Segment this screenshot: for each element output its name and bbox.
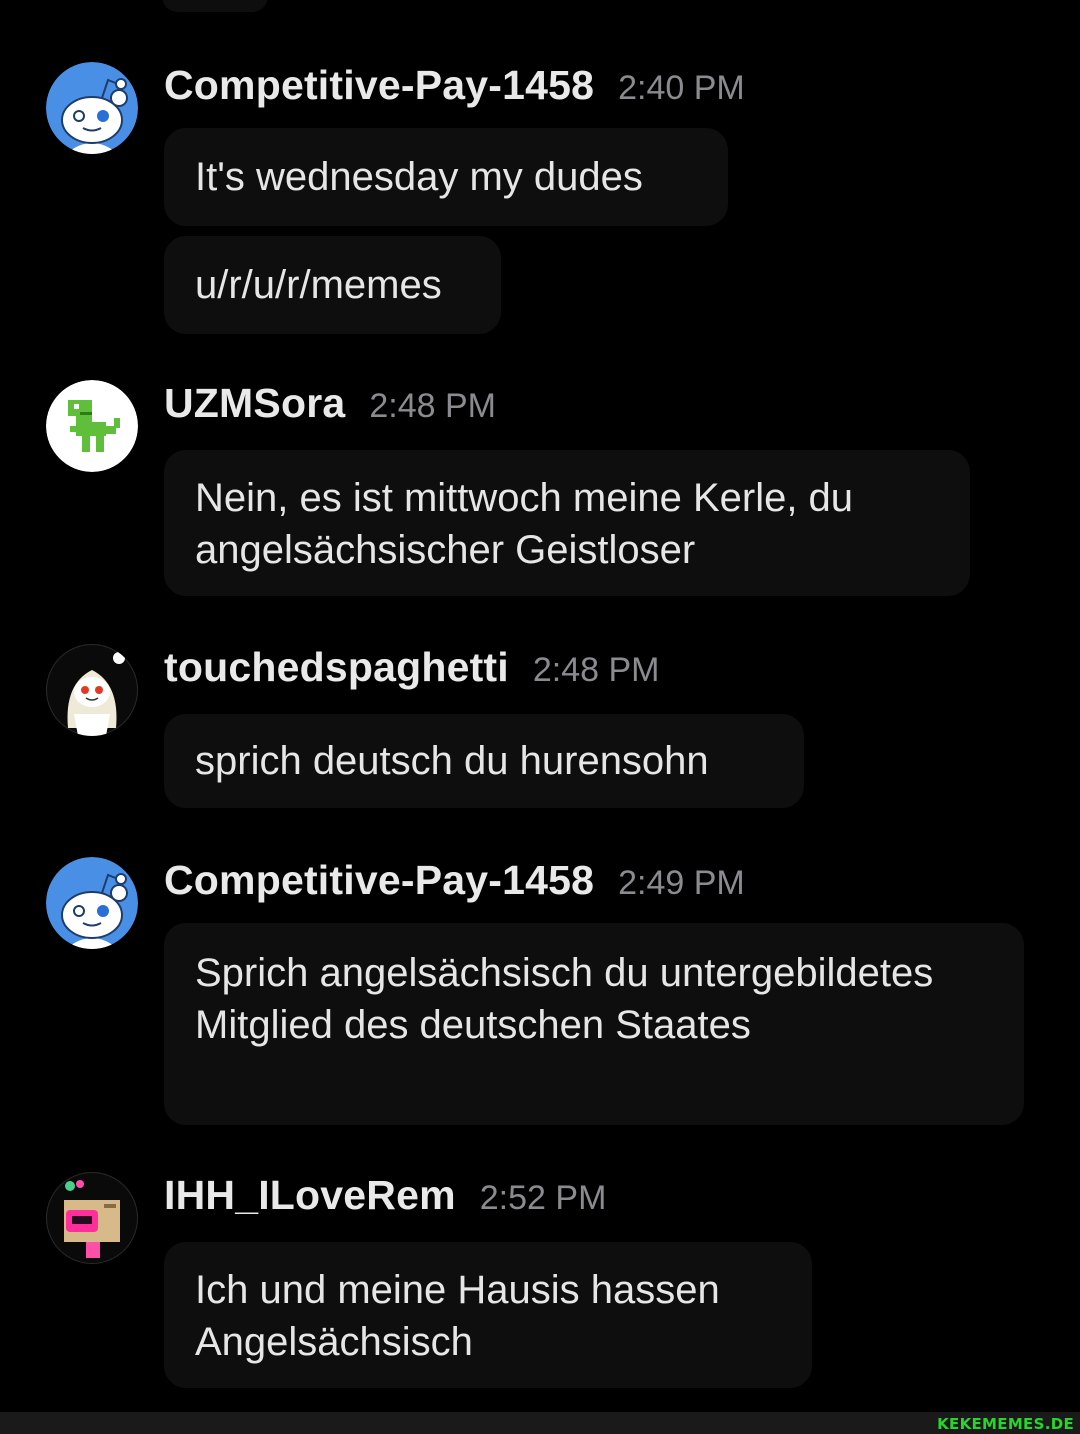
timestamp: 2:49 PM bbox=[618, 864, 745, 902]
pixel-dinosaur-icon[interactable] bbox=[46, 380, 138, 472]
username[interactable]: Competitive-Pay-1458 bbox=[164, 62, 594, 109]
footer-bar: KEKEMEMES.DE bbox=[0, 1412, 1080, 1434]
reddit-snoo-blue-icon[interactable] bbox=[46, 857, 138, 949]
username[interactable]: UZMSora bbox=[164, 380, 345, 427]
previous-message-bubble bbox=[162, 0, 268, 12]
message-bubble[interactable]: It's wednesday my dudes bbox=[164, 128, 728, 226]
username[interactable]: Competitive-Pay-1458 bbox=[164, 857, 594, 904]
watermark-text: KEKEMEMES.DE bbox=[937, 1415, 1074, 1433]
timestamp: 2:52 PM bbox=[479, 1179, 607, 1217]
timestamp: 2:48 PM bbox=[369, 387, 496, 425]
message-bubble[interactable]: Ich und meine Hausis hassen Angelsächsis… bbox=[164, 1242, 812, 1388]
message-bubble[interactable]: u/r/u/r/memes bbox=[164, 236, 501, 334]
reddit-snoo-blue-icon[interactable] bbox=[46, 62, 138, 154]
box-head-snoo-icon[interactable] bbox=[46, 1172, 138, 1264]
timestamp: 2:48 PM bbox=[532, 651, 660, 689]
username[interactable]: touchedspaghetti bbox=[164, 644, 509, 691]
anime-snoo-icon[interactable] bbox=[46, 644, 138, 736]
message-bubble[interactable]: Sprich angelsächsisch du untergebildetes… bbox=[164, 923, 1024, 1125]
username[interactable]: IHH_ILoveRem bbox=[164, 1172, 456, 1219]
message-bubble[interactable]: Nein, es ist mittwoch meine Kerle, du an… bbox=[164, 450, 970, 596]
timestamp: 2:40 PM bbox=[618, 69, 745, 107]
message-bubble[interactable]: sprich deutsch du hurensohn bbox=[164, 714, 804, 808]
